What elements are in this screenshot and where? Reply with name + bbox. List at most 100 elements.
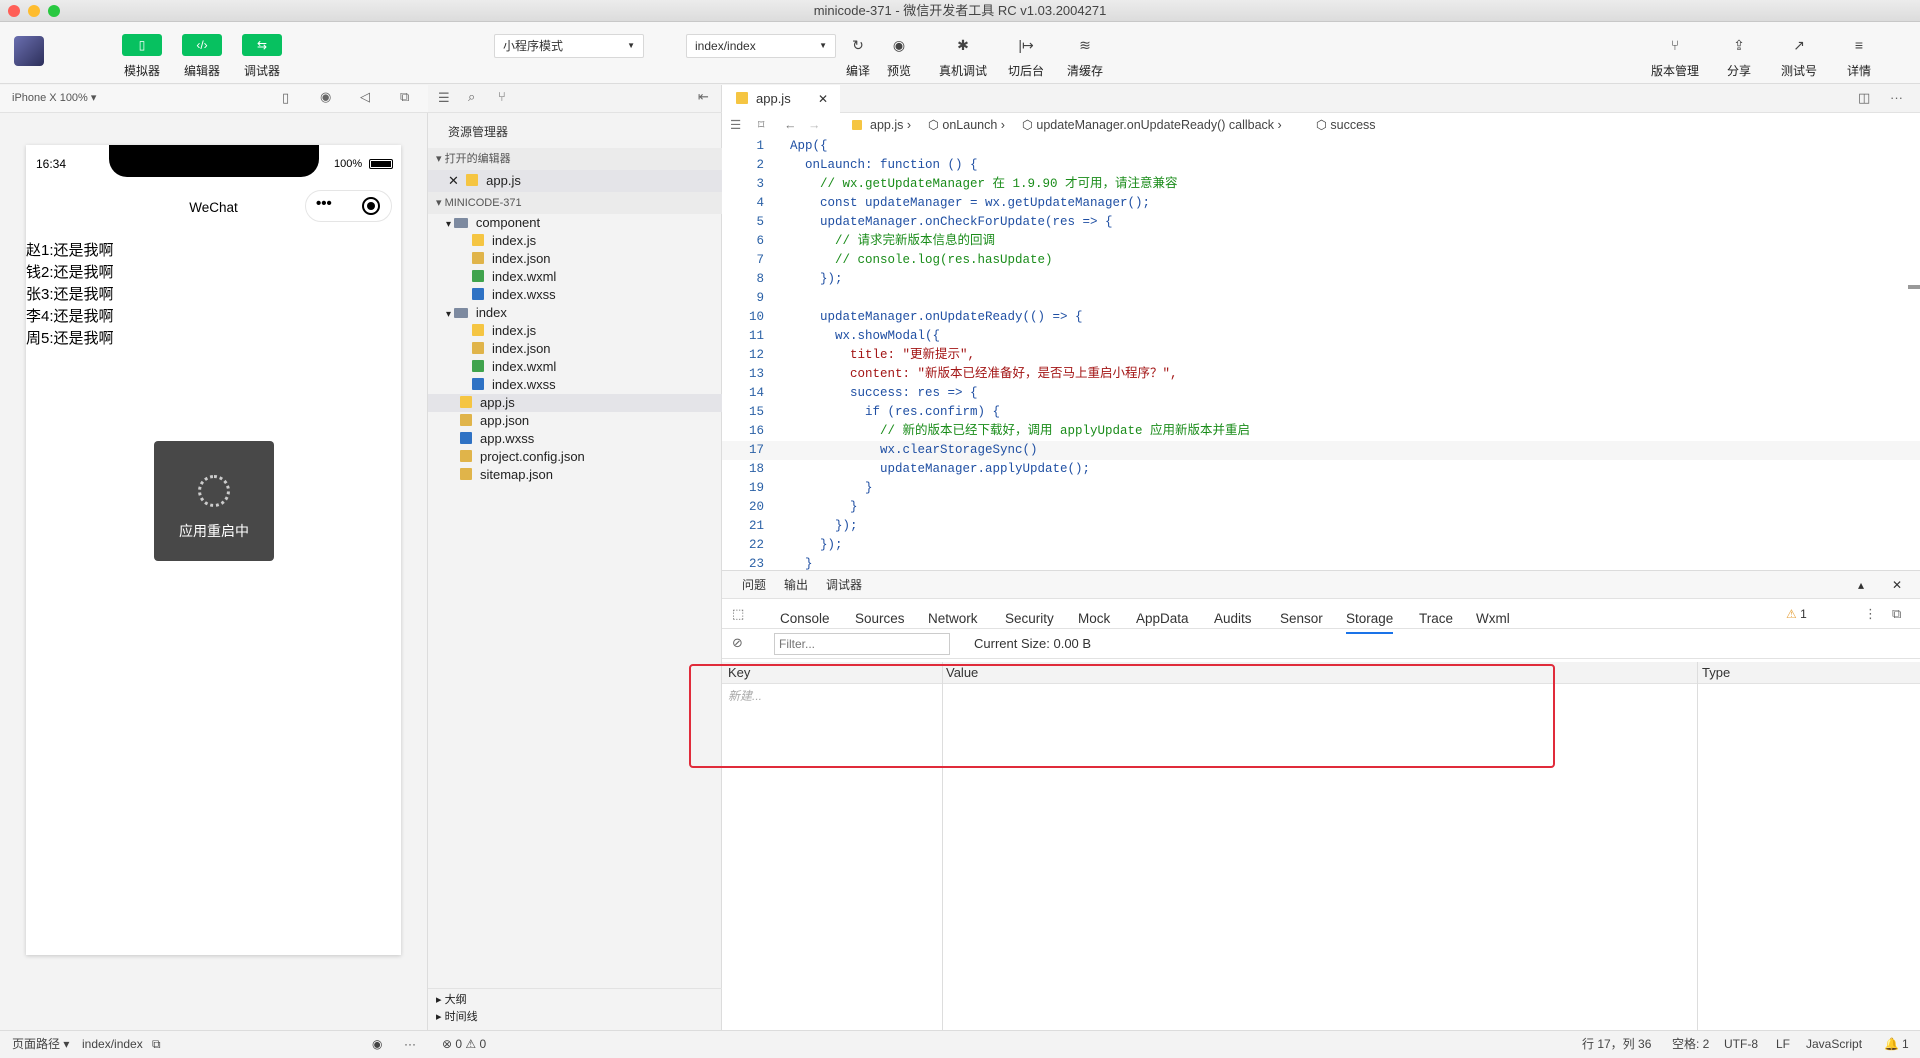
editor-toggle-button[interactable]: ‹/› (182, 34, 222, 56)
code-line[interactable]: 8 }); (722, 270, 1920, 289)
device-select[interactable]: iPhone X 100% ▾ (12, 91, 96, 104)
warning-badge[interactable]: ⚠ 1 (1786, 607, 1807, 621)
maximize-panel-icon[interactable]: ▴ (1858, 571, 1864, 599)
code-line[interactable]: 16 // 新的版本已经下载好，调用 applyUpdate 应用新版本并重启 (722, 422, 1920, 441)
code-line[interactable]: 21 }); (722, 517, 1920, 536)
simulator-toggle-button[interactable]: ▯ (122, 34, 162, 56)
tree-file[interactable]: index.js (428, 232, 722, 250)
tree-file[interactable]: sitemap.json (428, 466, 722, 484)
bookmark-icon[interactable]: ⌑ (758, 113, 764, 137)
cursor-position[interactable]: 行 17，列 36 (1582, 1031, 1651, 1058)
close-mini-icon[interactable] (362, 197, 380, 215)
details-button[interactable]: ≡ (1844, 34, 1874, 56)
tree-file[interactable]: index.wxss (428, 286, 722, 304)
tree-file[interactable]: index.json (428, 250, 722, 268)
code-line[interactable]: 3 // wx.getUpdateManager 在 1.9.90 才可用，请注… (722, 175, 1920, 194)
editor-tab[interactable]: app.js ✕ (722, 85, 840, 113)
code-line[interactable]: 22 }); (722, 536, 1920, 555)
breadcrumb-item[interactable]: ⬡ updateManager.onUpdateReady() callback… (1022, 113, 1282, 137)
list-icon[interactable]: ☰ (730, 113, 741, 137)
test-account-button[interactable]: ↗ (1784, 34, 1814, 56)
code-line[interactable]: 17 wx.clearStorageSync() (722, 441, 1920, 460)
forward-arrow-icon[interactable]: → (808, 113, 821, 137)
close-window-button[interactable] (8, 5, 20, 17)
debugger-toggle-button[interactable]: ⇆ (242, 34, 282, 56)
notification-bell-icon[interactable]: 🔔 (1884, 1031, 1899, 1058)
tab-debugger[interactable]: 调试器 (826, 571, 862, 599)
code-line[interactable]: 9 (722, 289, 1920, 308)
minimize-window-button[interactable] (28, 5, 40, 17)
devtools-tab-audits[interactable]: Audits (1214, 611, 1252, 626)
copy-icon[interactable]: ⧉ (152, 1031, 161, 1058)
real-debug-button[interactable]: ✱ (948, 34, 978, 56)
tree-file[interactable]: index.wxml (428, 268, 722, 286)
page-path[interactable]: index/index (82, 1031, 143, 1058)
page-select[interactable]: index/index ▼ (686, 34, 836, 58)
tab-problems[interactable]: 问题 (742, 571, 766, 599)
devtools-tab-wxml[interactable]: Wxml (1476, 611, 1510, 626)
breadcrumb-item[interactable]: ⬡ success (1316, 113, 1376, 137)
phone-icon[interactable]: ▯ (282, 90, 289, 106)
volume-icon[interactable]: ◁ (360, 89, 370, 105)
code-line[interactable]: 11 wx.showModal({ (722, 327, 1920, 346)
mode-select[interactable]: 小程序模式 ▼ (494, 34, 644, 58)
code-line[interactable]: 20 } (722, 498, 1920, 517)
code-line[interactable]: 12 title: "更新提示", (722, 346, 1920, 365)
more-icon[interactable]: ••• (316, 195, 332, 212)
language-mode[interactable]: JavaScript (1806, 1031, 1862, 1058)
inspect-icon[interactable]: ⬚ (732, 606, 744, 622)
close-panel-icon[interactable]: ✕ (1892, 571, 1902, 599)
line-ending[interactable]: LF (1776, 1031, 1790, 1058)
preview-button[interactable]: ◉ (884, 34, 914, 56)
code-line[interactable]: 6 // 请求完新版本信息的回调 (722, 232, 1920, 251)
collapse-icon[interactable]: ⇤ (698, 89, 709, 105)
devtools-tab-mock[interactable]: Mock (1078, 611, 1110, 626)
version-button[interactable]: ⑂ (1660, 34, 1690, 56)
code-line[interactable]: 15 if (res.confirm) { (722, 403, 1920, 422)
timeline-section[interactable]: ▸ 时间线 (428, 1006, 722, 1028)
tab-output[interactable]: 输出 (784, 571, 808, 599)
breadcrumb-item[interactable]: ⬡ onLaunch › (928, 113, 1005, 137)
encoding[interactable]: UTF-8 (1724, 1031, 1758, 1058)
background-button[interactable]: |↦ (1011, 34, 1041, 56)
popout-icon[interactable]: ⧉ (400, 89, 409, 105)
more-icon[interactable]: ··· (404, 1031, 416, 1058)
avatar[interactable] (14, 36, 44, 66)
search-icon[interactable]: ⌕ (468, 89, 475, 105)
tree-file[interactable]: index.wxss (428, 376, 722, 394)
tree-folder[interactable]: ▾ component (428, 214, 722, 232)
devtools-tab-sensor[interactable]: Sensor (1280, 611, 1323, 626)
split-editor-icon[interactable]: ◫ (1858, 90, 1870, 106)
compile-button[interactable]: ↻ (843, 34, 873, 56)
tree-file[interactable]: index.json (428, 340, 722, 358)
devtools-tab-security[interactable]: Security (1005, 611, 1054, 626)
tree-file[interactable]: app.js (428, 394, 722, 412)
tree-folder[interactable]: ▾ index (428, 304, 722, 322)
tree-file[interactable]: app.wxss (428, 430, 722, 448)
indent-spaces[interactable]: 空格: 2 (1672, 1031, 1709, 1058)
tree-file[interactable]: index.js (428, 322, 722, 340)
code-line[interactable]: 19 } (722, 479, 1920, 498)
code-line[interactable]: 13 content: "新版本已经准备好，是否马上重启小程序？", (722, 365, 1920, 384)
devtools-tab-appdata[interactable]: AppData (1136, 611, 1189, 626)
dock-icon[interactable]: ⧉ (1892, 606, 1901, 622)
code-line[interactable]: 4 const updateManager = wx.getUpdateMana… (722, 194, 1920, 213)
page-path-select[interactable]: 页面路径 ▾ (12, 1031, 69, 1058)
code-line[interactable]: 5 updateManager.onCheckForUpdate(res => … (722, 213, 1920, 232)
more-icon[interactable]: ··· (1890, 90, 1903, 105)
devtools-tab-network[interactable]: Network (928, 611, 978, 626)
clear-icon[interactable]: ⊘ (732, 635, 743, 651)
code-line[interactable]: 23 } (722, 555, 1920, 570)
code-line[interactable]: 2 onLaunch: function () { (722, 156, 1920, 175)
code-line[interactable]: 1 App({ (722, 137, 1920, 156)
chevron-down-icon[interactable]: ▾ (446, 219, 454, 230)
code-line[interactable]: 7 // console.log(res.hasUpdate) (722, 251, 1920, 270)
branch-icon[interactable]: ⑂ (498, 89, 506, 104)
back-arrow-icon[interactable]: ← (784, 113, 797, 137)
devtools-tab-trace[interactable]: Trace (1419, 611, 1453, 626)
scrollbar[interactable] (1908, 285, 1920, 289)
error-count[interactable]: ⊗ 0 ⚠ 0 (442, 1031, 486, 1058)
clear-cache-button[interactable]: ≋ (1070, 34, 1100, 56)
maximize-window-button[interactable] (48, 5, 60, 17)
notification-count[interactable]: 1 (1902, 1031, 1909, 1058)
